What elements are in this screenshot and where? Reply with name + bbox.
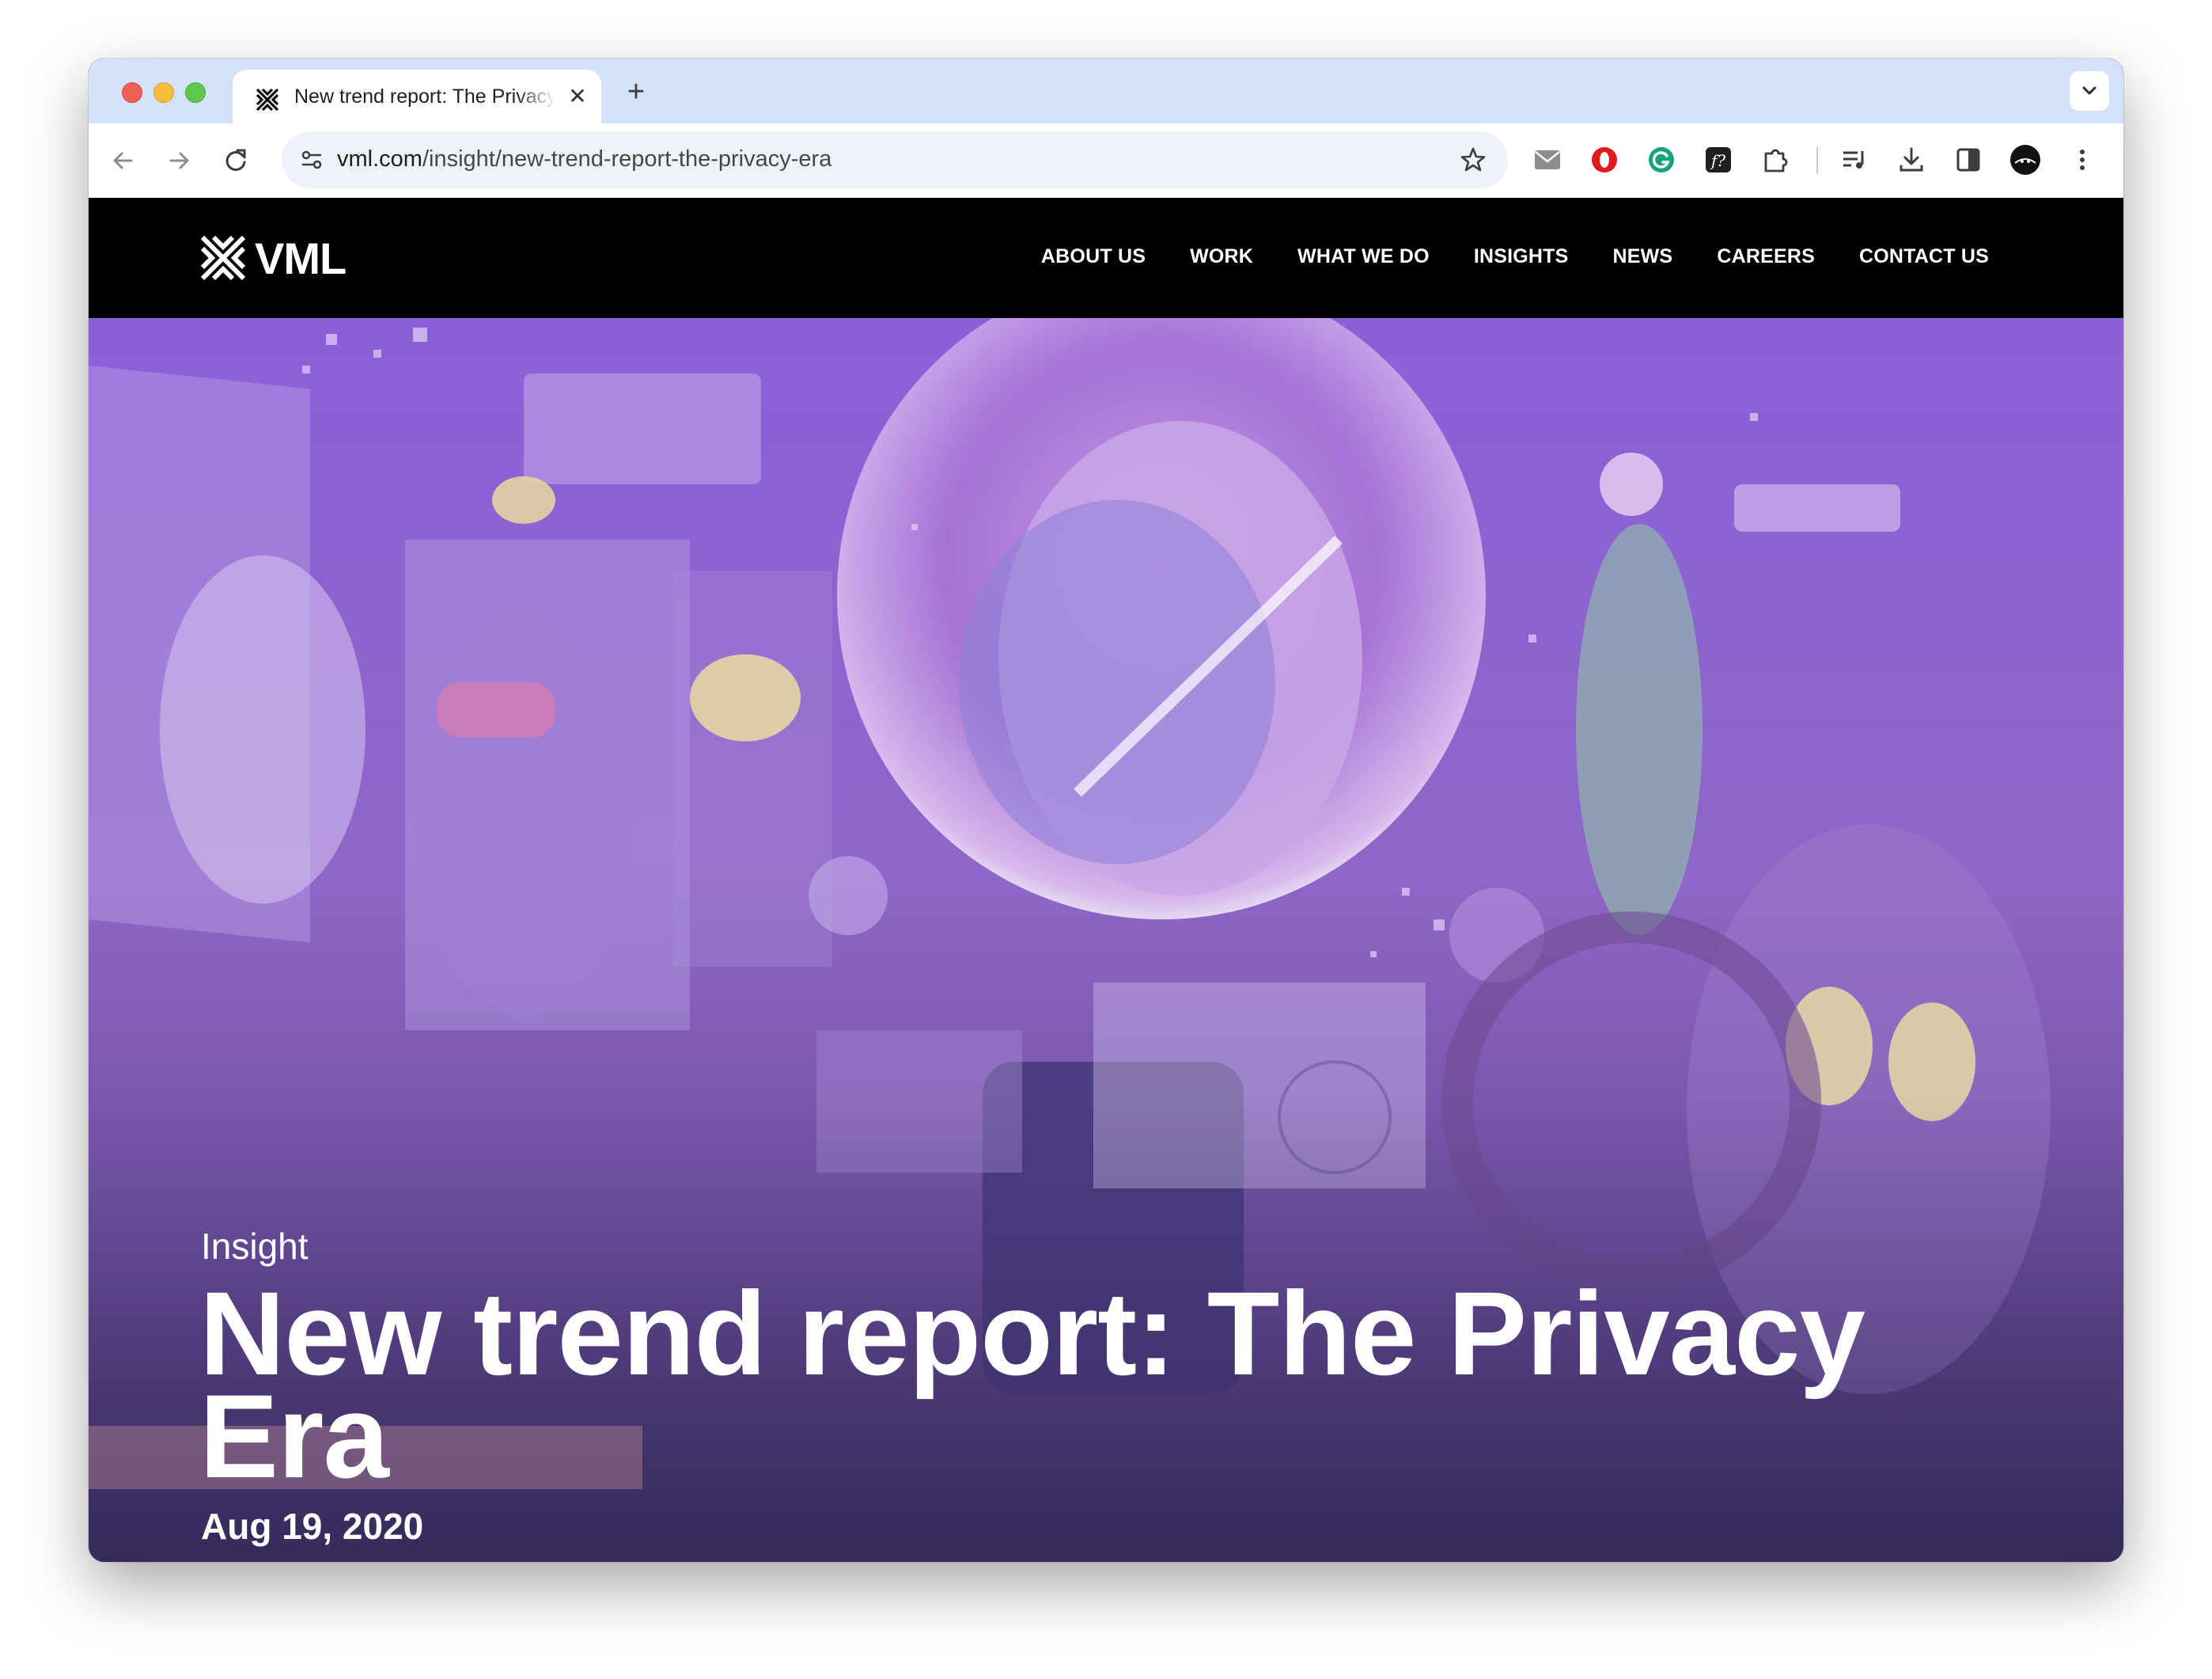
grammarly-icon[interactable] [1644, 142, 1679, 177]
nav-what-we-do[interactable]: WHAT WE DO [1297, 245, 1430, 268]
opera-icon[interactable] [1587, 142, 1622, 177]
window-close-button[interactable] [122, 82, 142, 103]
vml-favicon-icon [255, 87, 280, 112]
sidepanel-icon[interactable] [1951, 142, 1986, 177]
window-maximize-button[interactable] [185, 82, 206, 103]
font-icon[interactable]: f? [1701, 142, 1736, 177]
profile-avatar[interactable] [2008, 142, 2043, 177]
menu-icon[interactable] [2065, 142, 2100, 177]
download-icon[interactable] [1894, 142, 1929, 177]
hero-date: Aug 19, 2020 [201, 1506, 424, 1547]
url-path: /insight/new-trend-report-the-privacy-er… [422, 146, 832, 172]
nav-careers[interactable]: CAREERS [1717, 245, 1815, 268]
vml-logo-mark-icon [200, 235, 246, 281]
url-text[interactable]: vml.com/insight/new-trend-report-the-pri… [337, 146, 831, 172]
media-icon[interactable] [1837, 142, 1872, 177]
toolbar-divider [1816, 147, 1818, 174]
nav-insights[interactable]: INSIGHTS [1474, 245, 1569, 268]
hero-category-label: Insight [201, 1226, 309, 1267]
window-minimize-button[interactable] [153, 82, 174, 103]
back-arrow-icon[interactable] [106, 143, 141, 178]
tab-active[interactable]: New trend report: The Privacy Era ✕ [233, 70, 601, 123]
nav-news[interactable]: NEWS [1613, 245, 1673, 268]
tab-search-button[interactable] [2070, 71, 2109, 111]
tab-close-icon[interactable]: ✕ [565, 84, 590, 109]
chevron-down-icon [2082, 86, 2096, 95]
main-nav: ABOUT US WORK WHAT WE DO INSIGHTS NEWS C… [1041, 245, 1989, 268]
nav-work[interactable]: WORK [1190, 245, 1253, 268]
forward-arrow-icon[interactable] [161, 143, 196, 178]
svg-text:f?: f? [1710, 151, 1725, 170]
site-header: VML ABOUT US WORK WHAT WE DO INSIGHTS NE… [89, 198, 2123, 318]
logo-text: VML [255, 233, 347, 283]
nav-about-us[interactable]: ABOUT US [1041, 245, 1146, 268]
url-domain: vml.com [337, 146, 422, 172]
tab-strip: New trend report: The Privacy Era ✕ + [89, 59, 2123, 123]
browser-window: New trend report: The Privacy Era ✕ + [89, 59, 2123, 1562]
hero-title: New trend report: The Privacy Era [199, 1267, 1865, 1503]
address-bar[interactable]: vml.com/insight/new-trend-report-the-pri… [282, 131, 1508, 188]
site-info-icon[interactable] [297, 146, 326, 174]
hero-section: Insight New trend report: The Privacy Er… [89, 318, 2123, 1562]
new-tab-button[interactable]: + [619, 74, 653, 109]
bookmark-star-icon[interactable] [1459, 146, 1487, 174]
nav-contact-us[interactable]: CONTACT US [1859, 245, 1989, 268]
browser-toolbar: vml.com/insight/new-trend-report-the-pri… [89, 123, 2123, 198]
reload-icon[interactable] [218, 143, 253, 178]
tab-title: New trend report: The Privacy Era [294, 85, 555, 108]
mail-icon[interactable] [1530, 142, 1565, 177]
puzzle-icon[interactable] [1758, 142, 1793, 177]
